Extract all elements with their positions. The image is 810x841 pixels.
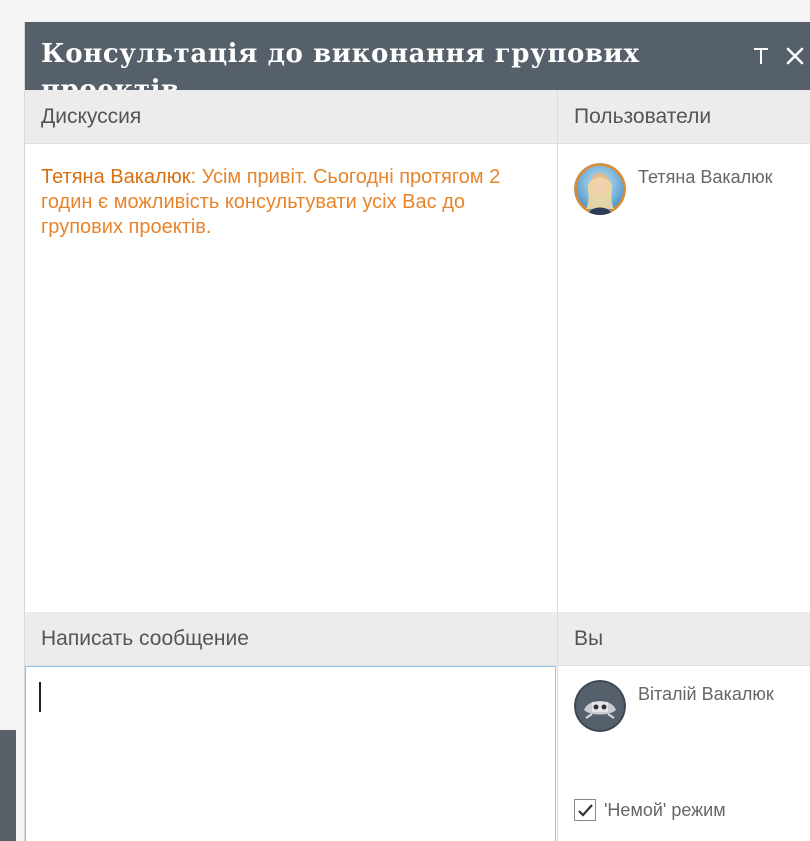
message-author: Тетяна Вакалюк (41, 166, 191, 188)
background-window-edge (0, 730, 16, 841)
titlebar-buttons (741, 36, 810, 72)
message-input[interactable] (25, 666, 556, 841)
mute-label: 'Немой' режим (604, 800, 726, 820)
current-user: Віталій Вакалюк (574, 680, 795, 732)
pin-icon[interactable] (745, 36, 777, 72)
users-header: Пользователи (558, 90, 810, 144)
user-avatar (574, 163, 626, 215)
current-user-name: Віталій Вакалюк (638, 684, 774, 704)
text-caret (39, 682, 41, 712)
you-header: Вы (558, 612, 810, 666)
mute-toggle[interactable]: 'Немой' режим (574, 798, 774, 822)
discussion-header: Дискуссия (25, 90, 557, 144)
page-background-top (0, 0, 810, 22)
user-name: Тетяна Вакалюк (638, 167, 773, 187)
chat-dialog: Консультація до виконання групових проек… (24, 22, 810, 841)
you-panel: Віталій Вакалюк 'Немой' режим (558, 666, 810, 841)
close-icon[interactable] (779, 36, 810, 72)
user-item[interactable]: Тетяна Вакалюк (574, 163, 795, 215)
mute-checkbox[interactable] (574, 799, 596, 821)
chat-message: Тетяна Вакалюк: Усім привіт. Сьогодні пр… (41, 165, 541, 240)
compose-header: Написать сообщение (25, 612, 557, 666)
current-user-avatar (574, 680, 626, 732)
discussion-log: Тетяна Вакалюк: Усім привіт. Сьогодні пр… (25, 145, 557, 611)
dialog-title: Консультація до виконання групових проек… (41, 39, 640, 90)
users-list: Тетяна Вакалюк (558, 145, 810, 611)
dialog-titlebar[interactable]: Консультація до виконання групових проек… (25, 22, 810, 90)
